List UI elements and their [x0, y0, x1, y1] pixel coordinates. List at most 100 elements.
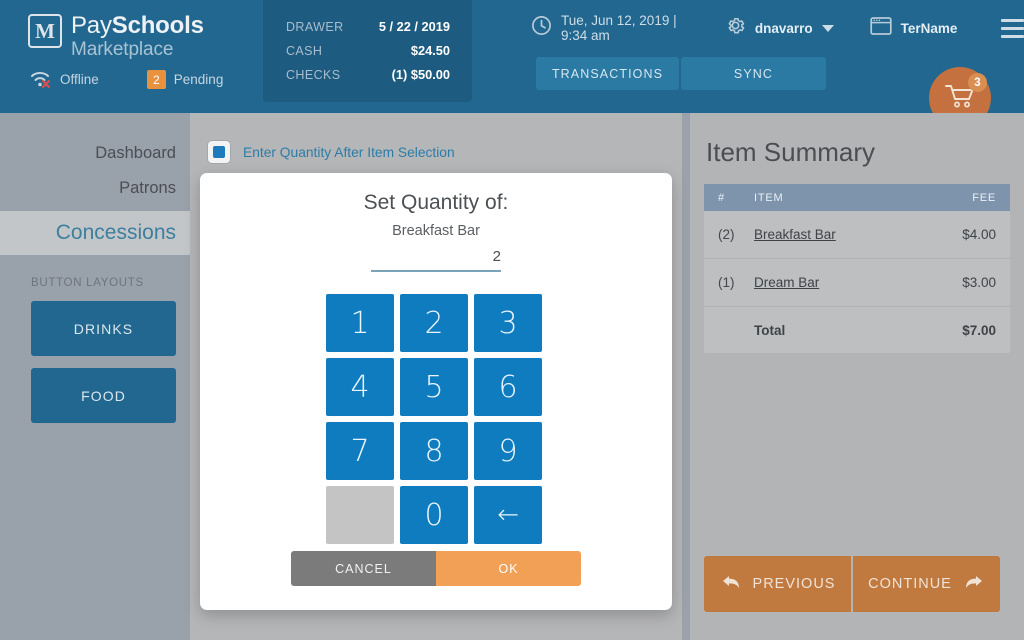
brand-name-line2: Marketplace: [71, 39, 174, 60]
table-row: (1) Dream Bar $3.00: [704, 259, 1010, 307]
payschools-logo-icon: M: [28, 14, 62, 48]
content-divider: [682, 113, 690, 640]
current-datetime: Tue, Jun 12, 2019 | 9:34 am: [561, 13, 677, 43]
drawer-row: DRAWER 5 / 22 / 2019: [286, 19, 450, 34]
row-quantity: (1): [718, 275, 735, 290]
clock-icon: [531, 15, 552, 41]
enter-quantity-label[interactable]: Enter Quantity After Item Selection: [243, 145, 455, 160]
keypad-key-6[interactable]: 6: [474, 358, 542, 416]
keypad-key-9[interactable]: 9: [474, 422, 542, 480]
terminal-name: TerName: [900, 20, 958, 36]
pending-count-badge: 2: [146, 70, 166, 89]
table-row: (2) Breakfast Bar $4.00: [704, 211, 1010, 259]
tab-sync[interactable]: SYNC: [681, 57, 826, 90]
pos-app: M PaySchools Marketplace Offline 2 Pendi…: [0, 0, 1024, 640]
chevron-down-icon[interactable]: [821, 24, 834, 32]
total-label: Total: [754, 322, 786, 338]
previous-label: PREVIOUS: [752, 576, 836, 592]
row-fee: $4.00: [962, 227, 996, 242]
keypad-backspace-icon[interactable]: ←: [474, 486, 542, 544]
item-summary-title: Item Summary: [706, 137, 876, 167]
pending-status-label: Pending: [173, 72, 224, 87]
checks-label: CHECKS: [286, 68, 341, 82]
previous-button[interactable]: PREVIOUS: [704, 556, 853, 612]
keypad-key-blank: [326, 486, 394, 544]
cash-value: $24.50: [410, 43, 450, 58]
keypad-key-2[interactable]: 2: [400, 294, 468, 352]
sidebar-item-patrons[interactable]: Patrons: [0, 173, 190, 203]
dialog-title: Set Quantity of:: [363, 191, 509, 214]
left-sidebar: Dashboard Patrons Concessions BUTTON LAY…: [0, 113, 190, 640]
pending-status: 2 Pending: [146, 70, 224, 89]
drawer-label: DRAWER: [286, 20, 344, 34]
dialog-actions: CANCEL OK: [291, 551, 581, 586]
brand-logo-block: M PaySchools Marketplace: [28, 14, 204, 59]
item-summary-panel: Item Summary # ITEM FEE (2) Breakfast Ba…: [690, 113, 1024, 640]
table-total-row: Total $7.00: [704, 307, 1010, 353]
row-item-name: Breakfast Bar: [754, 227, 962, 242]
cash-label: CASH: [286, 44, 323, 58]
keypad-key-5[interactable]: 5: [400, 358, 468, 416]
row-fee: $3.00: [962, 275, 996, 290]
hamburger-bar: [1001, 18, 1024, 22]
item-link[interactable]: Dream Bar: [754, 275, 819, 290]
column-header-fee: FEE: [972, 191, 996, 204]
drawer-summary-panel: DRAWER 5 / 22 / 2019 CASH $24.50 CHECKS …: [263, 0, 472, 102]
tab-transactions[interactable]: TRANSACTIONS: [536, 57, 679, 90]
user-menu[interactable]: dnavarro: [725, 15, 834, 41]
numeric-keypad: 1 2 3 4 5 6 7 8 9 0 ←: [326, 294, 546, 544]
sidebar-item-concessions[interactable]: Concessions: [0, 211, 190, 255]
row-item-name: Dream Bar: [754, 275, 962, 290]
item-summary-table: # ITEM FEE (2) Breakfast Bar $4.00 (1) D…: [704, 184, 1010, 353]
ok-button[interactable]: OK: [436, 551, 581, 586]
total-value: $7.00: [962, 322, 996, 338]
username-label: dnavarro: [754, 20, 813, 36]
brand-name-pay: Pay: [71, 12, 112, 39]
hamburger-bar: [1001, 26, 1024, 30]
keypad-key-1[interactable]: 1: [326, 294, 394, 352]
clock-display: Tue, Jun 12, 2019 | 9:34 am: [531, 13, 691, 43]
hamburger-bar: [1001, 34, 1024, 38]
keypad-key-0[interactable]: 0: [400, 486, 468, 544]
offline-status-label: Offline: [60, 72, 99, 87]
checks-value: (1) $50.00: [391, 67, 450, 82]
quantity-input[interactable]: 2: [371, 248, 501, 272]
cancel-button[interactable]: CANCEL: [291, 551, 436, 586]
keypad-key-8[interactable]: 8: [400, 422, 468, 480]
brand-text: PaySchools Marketplace: [71, 12, 204, 60]
terminal-window-icon: [869, 16, 892, 41]
dialog-item-name: Breakfast Bar: [392, 223, 480, 239]
table-header-row: # ITEM FEE: [704, 184, 1010, 211]
offline-wifi-icon: [30, 71, 52, 89]
column-header-item: ITEM: [754, 191, 784, 204]
set-quantity-dialog: Set Quantity of: Breakfast Bar 2 1 2 3 4…: [200, 173, 672, 610]
drawer-value: 5 / 22 / 2019: [378, 19, 450, 34]
enter-quantity-toggle-row: Enter Quantity After Item Selection: [190, 113, 682, 163]
row-quantity: (2): [718, 227, 735, 242]
cart-count-badge: 3: [968, 73, 987, 92]
continue-label: CONTINUE: [868, 576, 952, 592]
brand-name-schools: Schools: [111, 12, 204, 39]
checkbox-checked-mark: [213, 146, 225, 158]
drawer-row: CHECKS (1) $50.00: [286, 67, 450, 82]
terminal-indicator[interactable]: TerName: [869, 16, 958, 41]
continue-button[interactable]: CONTINUE: [853, 556, 1000, 612]
item-link[interactable]: Breakfast Bar: [754, 227, 836, 242]
arrow-forward-icon: [963, 573, 985, 595]
sidebar-item-dashboard[interactable]: Dashboard: [0, 138, 190, 168]
keypad-key-4[interactable]: 4: [326, 358, 394, 416]
layout-button-food[interactable]: FOOD: [31, 368, 176, 423]
header-right-controls: Tue, Jun 12, 2019 | 9:34 am dnavarro Ter…: [531, 12, 1024, 44]
keypad-key-3[interactable]: 3: [474, 294, 542, 352]
app-header: M PaySchools Marketplace Offline 2 Pendi…: [0, 0, 1024, 113]
arrow-back-icon: [720, 573, 742, 595]
wizard-navigation: PREVIOUS CONTINUE: [704, 556, 1000, 612]
drawer-row: CASH $24.50: [286, 43, 450, 58]
layout-button-drinks[interactable]: DRINKS: [31, 301, 176, 356]
keypad-key-7[interactable]: 7: [326, 422, 394, 480]
connection-status-row: Offline 2 Pending: [30, 70, 223, 89]
column-header-num: #: [718, 191, 725, 204]
hamburger-menu-icon[interactable]: [1001, 18, 1024, 38]
enter-quantity-checkbox[interactable]: [208, 141, 230, 163]
offline-status: Offline: [30, 71, 99, 89]
